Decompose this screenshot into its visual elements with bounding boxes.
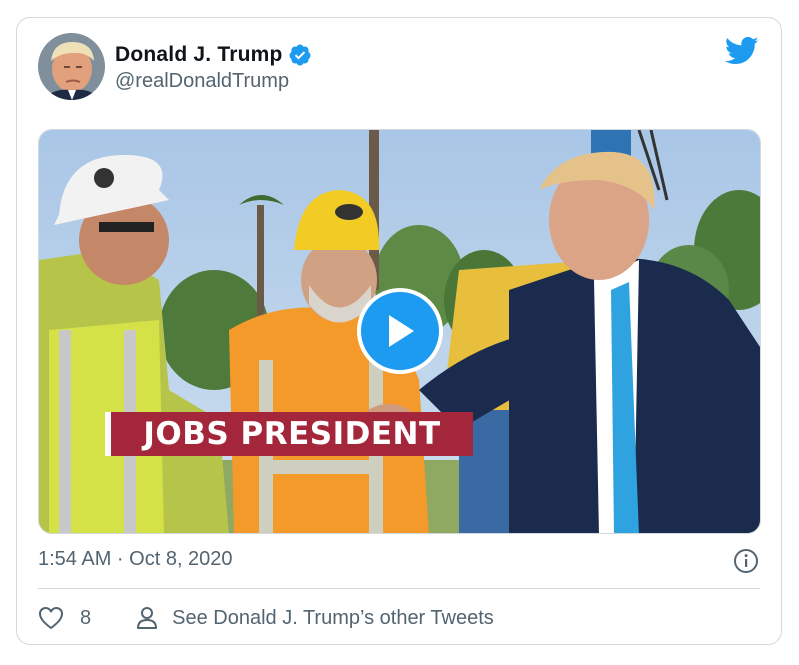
author-row[interactable]: Donald J. Trump	[115, 40, 312, 70]
video-caption-banner: JOBS PRESIDENT	[105, 412, 473, 456]
like-button[interactable]: 8	[38, 606, 91, 630]
like-count: 8	[80, 606, 92, 629]
video-media[interactable]: JOBS PRESIDENT	[38, 129, 761, 534]
info-icon[interactable]	[733, 548, 759, 574]
person-icon	[137, 607, 158, 629]
author-handle[interactable]: @realDonaldTrump	[115, 70, 289, 93]
see-other-tweets-link[interactable]: See Donald J. Trump’s other Tweets	[136, 606, 494, 630]
play-button[interactable]	[357, 288, 443, 374]
banner-text: JOBS PRESIDENT	[143, 416, 441, 452]
tweet-card[interactable]: Donald J. Trump @realDonaldTrump JOBS PR…	[16, 17, 782, 645]
play-icon	[389, 315, 414, 347]
heart-icon	[39, 607, 63, 629]
author-name[interactable]: Donald J. Trump	[115, 43, 283, 67]
tweet-actions: 8 See Donald J. Trump’s other Tweets	[38, 603, 494, 633]
tweet-timestamp[interactable]: 1:54 AM · Oct 8, 2020	[38, 548, 233, 571]
divider	[38, 588, 760, 589]
verified-badge-icon	[289, 44, 311, 66]
see-other-tweets-label[interactable]: See Donald J. Trump’s other Tweets	[172, 607, 494, 630]
avatar[interactable]	[38, 33, 105, 100]
twitter-bird-icon[interactable]	[725, 36, 759, 66]
